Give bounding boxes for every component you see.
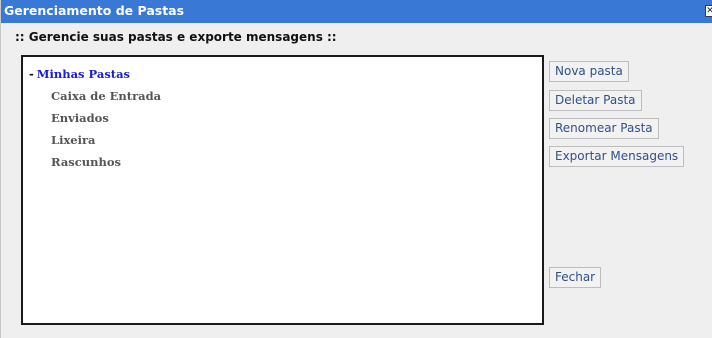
close-icon[interactable]: ✕ <box>705 5 712 17</box>
folder-sent[interactable]: Enviados <box>51 111 109 125</box>
folder-tree: - Minhas Pastas Caixa de Entrada Enviados… <box>21 55 544 325</box>
folder-inbox[interactable]: Caixa de Entrada <box>51 89 161 103</box>
rename-folder-button[interactable]: Renomear Pasta <box>549 118 659 139</box>
folder-manager-dialog: Gerenciamento de Pastas ✕ :: Gerencie su… <box>0 0 712 338</box>
tree-root-label: Minhas Pastas <box>36 67 131 81</box>
tree-root-my-folders[interactable]: - Minhas Pastas <box>29 67 130 81</box>
dialog-subtitle: :: Gerencie suas pastas e exporte mensag… <box>15 30 337 44</box>
delete-folder-button[interactable]: Deletar Pasta <box>549 90 642 111</box>
dialog-title: Gerenciamento de Pastas <box>4 3 185 18</box>
close-button[interactable]: Fechar <box>549 267 602 288</box>
dialog-titlebar[interactable]: Gerenciamento de Pastas ✕ <box>1 0 712 23</box>
new-folder-button[interactable]: Nova pasta <box>549 61 629 82</box>
collapse-toggle-icon[interactable]: - <box>29 67 34 81</box>
folder-trash[interactable]: Lixeira <box>51 133 96 147</box>
folder-drafts[interactable]: Rascunhos <box>51 155 121 169</box>
export-messages-button[interactable]: Exportar Mensagens <box>549 146 685 167</box>
